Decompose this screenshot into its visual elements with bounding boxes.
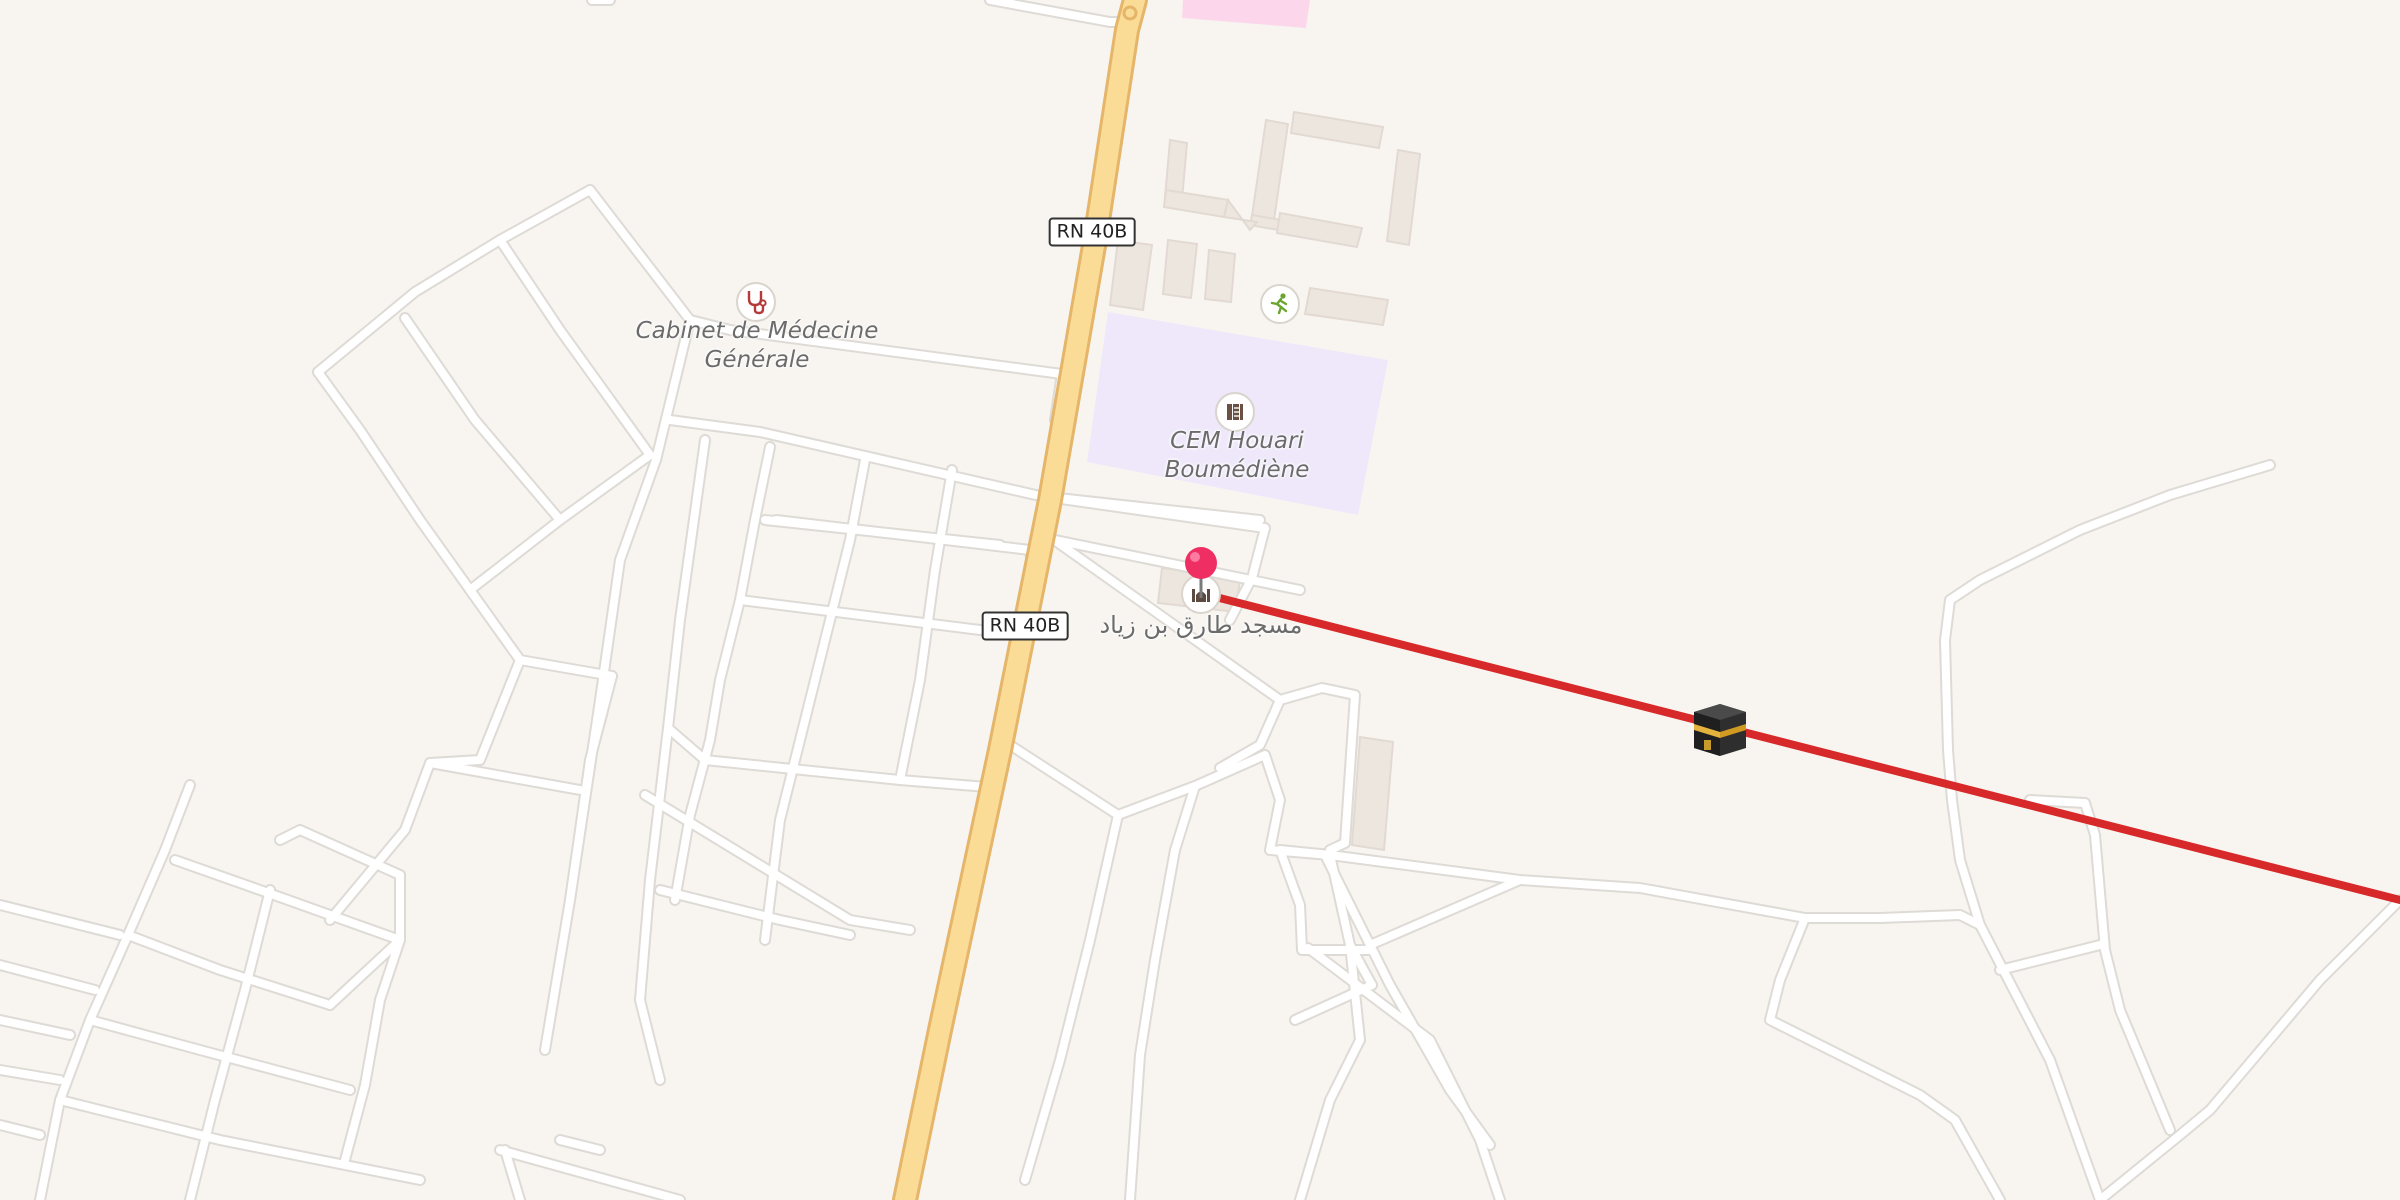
minor-road: [636, 436, 709, 1084]
primary-road-rn40b: [892, 0, 1148, 1200]
kaaba-icon[interactable]: [1692, 702, 1748, 758]
minor-road: [2096, 896, 2400, 1200]
pink-landuse-area: [1182, 0, 1310, 28]
minor-road: [496, 236, 654, 459]
poi-label-school[interactable]: CEM Houari Boumédiène: [1165, 427, 1310, 485]
poi-label-line: مسجد طارق بن زياد: [1099, 611, 1303, 639]
minor-road: [1124, 780, 1201, 1200]
minor-road: [1276, 684, 1359, 854]
minor-road: [736, 596, 984, 634]
minor-road: [0, 961, 99, 994]
minor-road: [401, 314, 564, 524]
road-shield-rn40b: RN 40B: [981, 611, 1069, 641]
minor-road: [426, 759, 584, 794]
poi-label-line: Boumédiène: [1164, 457, 1310, 483]
sports-icon[interactable]: [1260, 284, 1300, 324]
minor-road: [36, 781, 194, 1200]
minor-road: [0, 1066, 64, 1084]
minor-road: [1766, 914, 2004, 1200]
minor-road: [466, 586, 616, 680]
poi-label-line: Générale: [704, 347, 810, 373]
minor-road: [1976, 921, 2104, 1200]
minor-road: [0, 901, 124, 939]
poi-label-line: Cabinet de Médecine: [635, 318, 879, 344]
minor-road: [1996, 941, 2104, 974]
minor-road: [986, 0, 1114, 26]
poi-label-line: CEM Houari: [1170, 428, 1304, 454]
stethoscope-icon[interactable]: [736, 282, 776, 322]
minor-road: [701, 756, 991, 791]
minor-road: [1366, 876, 1524, 949]
minor-road: [556, 1136, 604, 1154]
minor-road: [761, 516, 1004, 549]
poi-label-medical-cabinet[interactable]: Cabinet de Médecine Générale: [636, 317, 879, 375]
school-icon[interactable]: [1215, 392, 1255, 432]
road-shield-rn40b: RN 40B: [1048, 217, 1136, 247]
minor-road: [0, 1121, 44, 1139]
minor-road: [1764, 912, 2006, 1200]
poi-label-mosque[interactable]: مسجد طارق بن زياد: [1099, 611, 1302, 640]
minor-road: [496, 1146, 684, 1200]
minor-road: [56, 1096, 424, 1184]
location-pin[interactable]: [1180, 546, 1222, 606]
minor-road: [1276, 846, 1334, 859]
minor-road: [312, 184, 596, 378]
map-view[interactable]: RN 40B RN 40B Cabinet de Médecine Généra…: [0, 0, 2400, 1200]
minor-road: [664, 724, 709, 764]
minor-road: [124, 931, 334, 1009]
